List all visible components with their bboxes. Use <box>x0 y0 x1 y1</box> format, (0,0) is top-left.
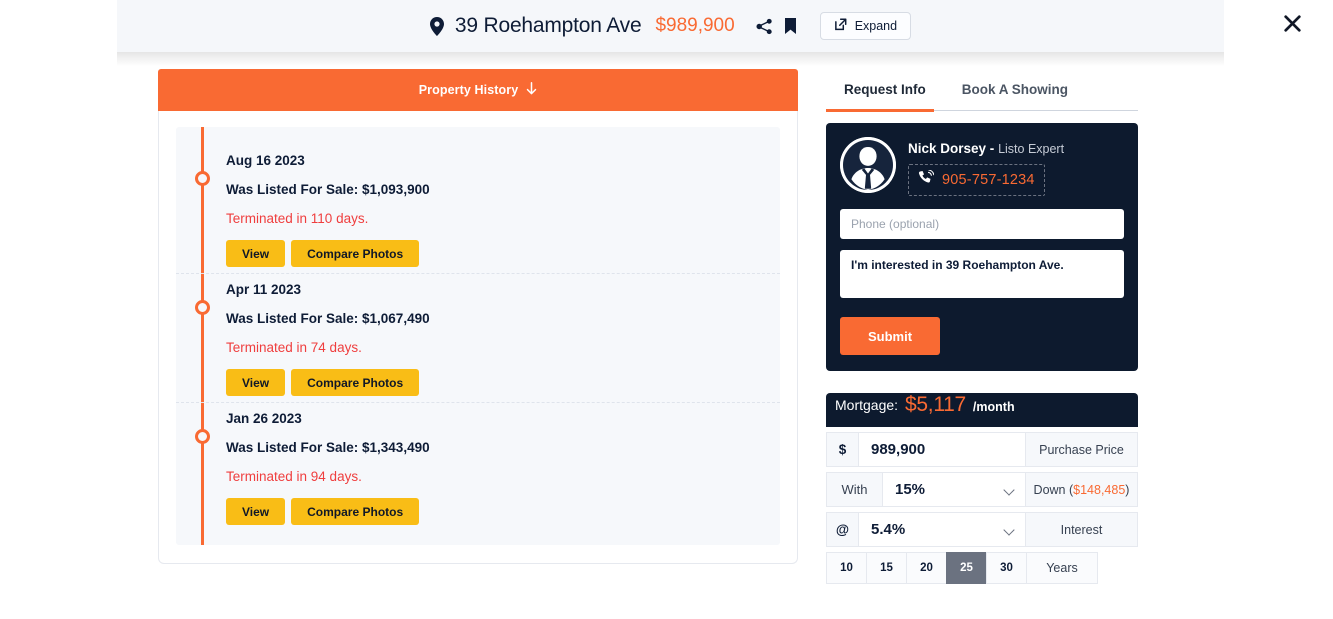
history-entry-date: Aug 16 2023 <box>226 153 305 168</box>
compare-photos-button[interactable]: Compare Photos <box>291 369 420 396</box>
right-rail: Request Info Book A Showing Nick Dorsey … <box>826 80 1138 584</box>
history-entry: Jan 26 2023 Was Listed For Sale: $1,343,4… <box>176 402 780 531</box>
compare-photos-button[interactable]: Compare Photos <box>291 240 420 267</box>
agent-name-text: Nick Dorsey - <box>908 141 995 156</box>
agent-phone-number: 905-757-1234 <box>942 172 1035 188</box>
mortgage-period: /month <box>972 400 1015 414</box>
history-entry-listing: Was Listed For Sale: $1,093,900 <box>226 182 430 197</box>
interest-label: Interest <box>1026 512 1138 547</box>
history-entry-actions: View Compare Photos <box>226 498 758 525</box>
history-entry-status: Terminated in 94 days. <box>226 469 362 484</box>
history-entry: Aug 16 2023 Was Listed For Sale: $1,093,9… <box>176 145 780 273</box>
expand-button[interactable]: Expand <box>819 12 912 40</box>
history-entry-listing: Was Listed For Sale: $1,343,490 <box>226 440 430 455</box>
phone-ring-icon <box>918 169 935 190</box>
interest-select[interactable]: 5.4% <box>858 512 1026 547</box>
map-pin-icon <box>429 16 444 36</box>
tab-book-a-showing[interactable]: Book A Showing <box>944 80 1086 110</box>
purchase-price-row: $ 989,900 Purchase Price <box>826 432 1138 467</box>
property-history-header[interactable]: Property History <box>158 69 798 111</box>
agent-contact-card: Nick Dorsey - Listo Expert 905-757-1234 <box>826 123 1138 371</box>
history-entry-actions: View Compare Photos <box>226 369 758 396</box>
history-entry-listing: Was Listed For Sale: $1,067,490 <box>226 311 430 326</box>
property-history-panel: Property History Aug 16 2023 Was Listed F… <box>158 69 798 564</box>
property-history-body: Aug 16 2023 Was Listed For Sale: $1,093,9… <box>158 111 798 564</box>
history-entry-date: Apr 11 2023 <box>226 282 302 297</box>
topbar-shadow <box>117 52 1224 66</box>
down-payment-prefix: With <box>826 472 882 507</box>
tab-request-info[interactable]: Request Info <box>826 80 944 110</box>
mortgage-amount: $5,117 <box>905 393 966 416</box>
history-entry-status: Terminated in 74 days. <box>226 340 362 355</box>
interest-value: 5.4% <box>871 521 906 538</box>
view-button[interactable]: View <box>226 498 286 525</box>
compare-photos-button[interactable]: Compare Photos <box>291 498 420 525</box>
view-button[interactable]: View <box>226 240 286 267</box>
agent-phone-box[interactable]: 905-757-1234 <box>908 164 1045 196</box>
modal-topbar: 39 Roehampton Ave $989,900 Expand <box>117 0 1224 52</box>
down-payment-label: Down ($148,485) <box>1026 472 1138 507</box>
history-entry-status: Terminated in 110 days. <box>226 211 369 226</box>
years-option[interactable]: 30 <box>986 552 1026 584</box>
mortgage-calculator: Mortgage: $5,117 /month $ 989,900 Purcha… <box>826 393 1138 584</box>
agent-meta: Nick Dorsey - Listo Expert 905-757-1234 <box>908 137 1124 196</box>
share-icon[interactable] <box>756 18 773 35</box>
down-payment-value: 15% <box>895 481 926 498</box>
down-amount: $148,485 <box>1073 482 1126 497</box>
agent-role: Listo Expert <box>998 142 1065 156</box>
years-label: Years <box>1026 552 1098 584</box>
bookmark-icon[interactable] <box>784 17 797 35</box>
agent-name: Nick Dorsey - Listo Expert <box>908 141 1124 156</box>
years-option[interactable]: 20 <box>906 552 946 584</box>
active-tab-underline <box>826 109 934 112</box>
rail-tabs: Request Info Book A Showing <box>826 80 1138 112</box>
topbar-content: 39 Roehampton Ave $989,900 Expand <box>429 12 912 40</box>
submit-button[interactable]: Submit <box>840 317 941 355</box>
property-address: 39 Roehampton Ave <box>454 14 642 37</box>
arrow-down-icon <box>526 82 537 98</box>
history-entry-date: Jan 26 2023 <box>226 411 302 426</box>
close-icon[interactable] <box>1277 8 1307 38</box>
history-entry: Apr 11 2023 Was Listed For Sale: $1,067,4… <box>176 273 780 402</box>
years-option[interactable]: 15 <box>866 552 906 584</box>
interest-prefix: @ <box>826 512 858 547</box>
interest-row: @ 5.4% Interest <box>826 512 1138 547</box>
timeline-dot <box>195 171 210 186</box>
purchase-price-input[interactable]: 989,900 <box>858 432 1026 467</box>
down-payment-row: With 15% Down ($148,485) <box>826 472 1138 507</box>
purchase-price-label: Purchase Price <box>1026 432 1138 467</box>
avatar-person-icon <box>840 137 896 193</box>
message-textarea[interactable] <box>840 250 1124 298</box>
timeline-dot <box>195 429 210 444</box>
years-option[interactable]: 25 <box>946 552 986 584</box>
timeline-dot <box>195 300 210 315</box>
history-entry-actions: View Compare Photos <box>226 240 758 267</box>
property-history-title: Property History <box>418 83 519 97</box>
external-link-icon <box>834 18 847 34</box>
currency-prefix: $ <box>826 432 858 467</box>
down-label-text: Down ( <box>1033 482 1074 497</box>
view-button[interactable]: View <box>226 369 286 396</box>
phone-input[interactable] <box>840 209 1124 239</box>
agent-header: Nick Dorsey - Listo Expert 905-757-1234 <box>840 137 1124 196</box>
modal-page: 39 Roehampton Ave $989,900 Expand Proper… <box>0 0 1333 619</box>
expand-button-label: Expand <box>854 19 898 33</box>
years-selector: 10 15 20 25 30 Years <box>826 552 1138 584</box>
years-option[interactable]: 10 <box>826 552 866 584</box>
property-price: $989,900 <box>655 15 735 36</box>
mortgage-summary: Mortgage: $5,117 /month <box>826 393 1138 427</box>
mortgage-label: Mortgage: <box>835 397 899 413</box>
history-timeline: Aug 16 2023 Was Listed For Sale: $1,093,9… <box>176 127 780 545</box>
down-label-close: ) <box>1125 482 1130 497</box>
down-payment-select[interactable]: 15% <box>882 472 1026 507</box>
